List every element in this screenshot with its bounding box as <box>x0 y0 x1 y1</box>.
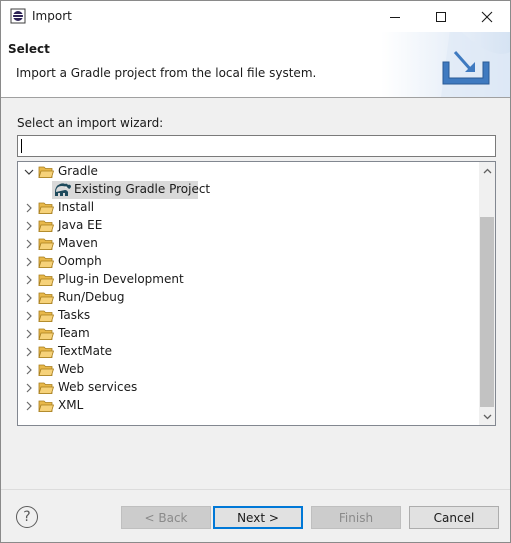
tree-item-label: Web <box>58 362 85 376</box>
minimize-icon <box>390 16 400 18</box>
eclipse-app-icon <box>10 8 26 24</box>
back-button[interactable]: < Back <box>121 506 211 529</box>
tree-item-label: Gradle <box>58 164 98 178</box>
chevron-right-icon <box>26 401 32 411</box>
tree-expander[interactable] <box>23 202 35 214</box>
tree-item-label: Tasks <box>58 308 91 322</box>
help-button[interactable]: ? <box>16 506 38 528</box>
scroll-thumb[interactable] <box>480 217 494 407</box>
text-caret <box>21 139 22 153</box>
page-description: Import a Gradle project from the local f… <box>16 66 317 80</box>
chevron-down-icon <box>24 169 34 175</box>
folder-open-icon <box>38 256 54 268</box>
tree-item-label: Maven <box>58 236 98 250</box>
cancel-button[interactable]: Cancel <box>409 506 499 529</box>
wizard-banner: Select Import a Gradle project from the … <box>1 32 510 98</box>
tree-item-install[interactable]: Install <box>18 199 478 217</box>
help-icon: ? <box>23 509 31 525</box>
scroll-down-button[interactable] <box>479 408 495 425</box>
tree-expander[interactable] <box>23 364 35 376</box>
maximize-icon <box>436 11 446 22</box>
tree-item-label: Plug-in Development <box>58 272 184 286</box>
tree-item-tasks[interactable]: Tasks <box>18 307 478 325</box>
tree-item-label: TextMate <box>58 344 113 358</box>
tree-item-oomph[interactable]: Oomph <box>18 253 478 271</box>
chevron-right-icon <box>26 293 32 303</box>
tree-item-existing-gradle-project[interactable]: Existing Gradle Project <box>18 181 478 199</box>
tree-expander[interactable] <box>23 328 35 340</box>
wizard-filter-input[interactable] <box>17 135 496 157</box>
chevron-right-icon <box>26 203 32 213</box>
tree-item-team[interactable]: Team <box>18 325 478 343</box>
chevron-right-icon <box>26 311 32 321</box>
chevron-down-icon <box>483 414 491 419</box>
chevron-right-icon <box>26 239 32 249</box>
gradle-elephant-icon <box>55 183 71 196</box>
tree-item-label: XML <box>58 398 84 412</box>
tree-item-label: Oomph <box>58 254 102 268</box>
chevron-right-icon <box>26 347 32 357</box>
chevron-up-icon <box>483 168 491 173</box>
chevron-right-icon <box>26 257 32 267</box>
import-dialog: Import Select Import a Gradle project fr… <box>0 0 511 543</box>
tree-item-label: Web services <box>58 380 138 394</box>
wizard-tree[interactable]: Gradle Existing Gradle Project Install J… <box>17 161 496 426</box>
chevron-right-icon <box>26 221 32 231</box>
chevron-right-icon <box>26 275 32 285</box>
tree-item-label: Run/Debug <box>58 290 125 304</box>
folder-open-icon <box>38 220 54 232</box>
page-title: Select <box>8 42 50 56</box>
tree-expander[interactable] <box>23 166 35 178</box>
tree-expander[interactable] <box>23 256 35 268</box>
folder-open-icon <box>38 400 54 412</box>
folder-open-icon <box>38 292 54 304</box>
tree-expander[interactable] <box>23 292 35 304</box>
folder-open-icon <box>38 310 54 322</box>
wizard-prompt-label: Select an import wizard: <box>17 116 164 130</box>
folder-open-icon <box>38 166 54 178</box>
minimize-button[interactable] <box>372 1 418 32</box>
tree-expander[interactable] <box>23 310 35 322</box>
chevron-right-icon <box>26 365 32 375</box>
tree-item-web[interactable]: Web <box>18 361 478 379</box>
tree-item-label: Existing Gradle Project <box>74 182 211 196</box>
tree-expander[interactable] <box>23 238 35 250</box>
folder-open-icon <box>38 364 54 376</box>
tree-item-java-ee[interactable]: Java EE <box>18 217 478 235</box>
chevron-right-icon <box>26 329 32 339</box>
tree-item-run-debug[interactable]: Run/Debug <box>18 289 478 307</box>
tree-item-maven[interactable]: Maven <box>18 235 478 253</box>
tree-item-label: Team <box>58 326 90 340</box>
folder-open-icon <box>38 328 54 340</box>
tree-item-label: Java EE <box>58 218 103 232</box>
title-bar[interactable]: Import <box>1 1 510 32</box>
tree-expander[interactable] <box>23 346 35 358</box>
footer-divider <box>1 489 510 490</box>
tree-item-gradle[interactable]: Gradle <box>18 163 478 181</box>
tree-expander[interactable] <box>23 382 35 394</box>
tree-item-label: Install <box>58 200 95 214</box>
next-button[interactable]: Next > <box>213 506 303 529</box>
tree-expander[interactable] <box>23 400 35 412</box>
folder-open-icon <box>38 382 54 394</box>
tree-item-textmate[interactable]: TextMate <box>18 343 478 361</box>
import-banner-icon <box>381 32 510 97</box>
tree-scrollbar[interactable] <box>479 162 495 425</box>
tree-item-xml[interactable]: XML <box>18 397 478 415</box>
maximize-button[interactable] <box>418 1 464 32</box>
close-icon <box>481 11 493 22</box>
folder-open-icon <box>38 202 54 214</box>
folder-open-icon <box>38 238 54 250</box>
tree-expander[interactable] <box>23 274 35 286</box>
folder-open-icon <box>38 346 54 358</box>
close-button[interactable] <box>464 1 510 32</box>
finish-button[interactable]: Finish <box>311 506 401 529</box>
tree-item-plug-in-development[interactable]: Plug-in Development <box>18 271 478 289</box>
scroll-up-button[interactable] <box>479 162 495 179</box>
folder-open-icon <box>38 274 54 286</box>
window-title: Import <box>32 9 72 23</box>
tree-expander[interactable] <box>23 220 35 232</box>
tree-item-web-services[interactable]: Web services <box>18 379 478 397</box>
chevron-right-icon <box>26 383 32 393</box>
